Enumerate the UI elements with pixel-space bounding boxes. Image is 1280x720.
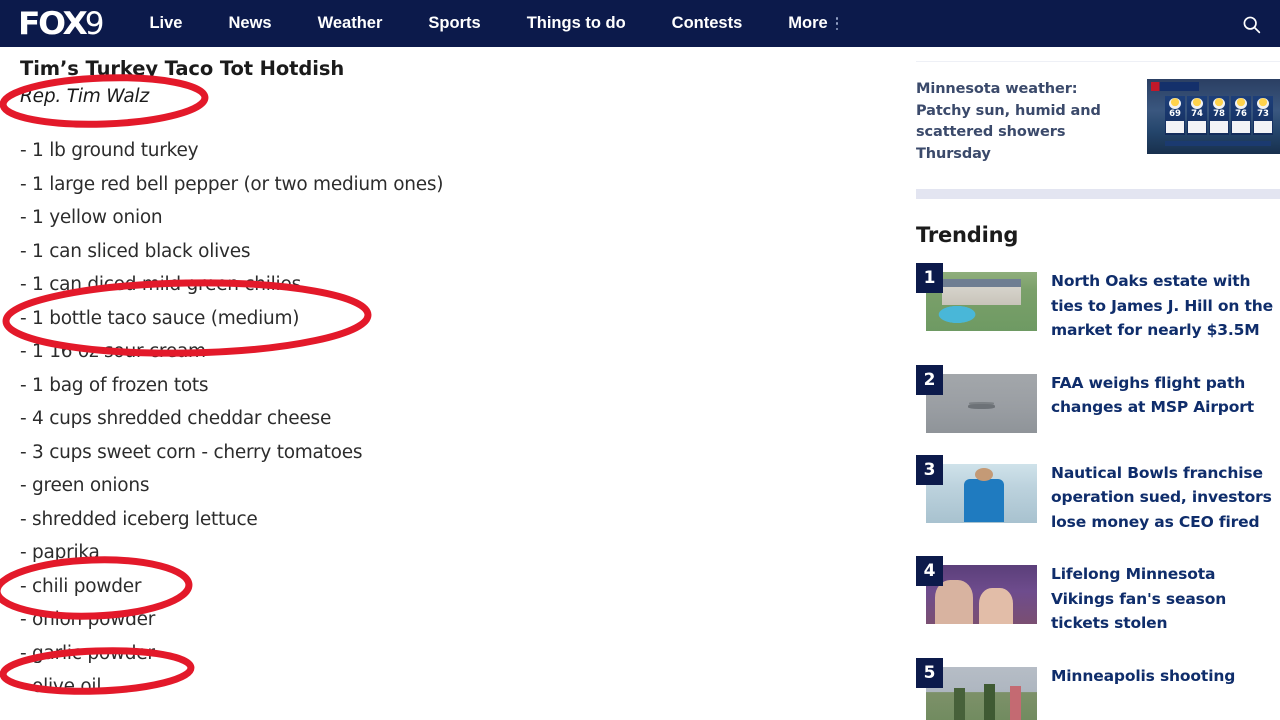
kebab-menu-icon — [835, 17, 839, 30]
sidebar-section-divider — [916, 189, 1280, 199]
forecast-temp: 69 — [1169, 109, 1181, 119]
nav-links: Live News Weather Sports Things to do Co… — [126, 0, 861, 47]
forecast-card: 73 — [1253, 96, 1273, 135]
forecast-temp: 73 — [1257, 109, 1269, 119]
ingredient-item: - 1 bottle taco sauce (medium) — [20, 307, 300, 329]
trending-headline: Nautical Bowls franchise operation sued,… — [1051, 463, 1272, 531]
forecast-footer-strip — [1165, 141, 1271, 146]
ingredient-item: - 1 lb ground turkey — [20, 140, 199, 161]
forecast-cards: 69 74 78 76 73 — [1165, 96, 1273, 135]
forecast-day-label — [1232, 121, 1250, 133]
trending-rank-badge: 5 — [916, 657, 943, 688]
trending-list: 1 North Oaks estate with ties to James J… — [916, 263, 1280, 720]
forecast-card: 76 — [1231, 96, 1251, 135]
nav-item-more[interactable]: More — [765, 0, 861, 47]
nav-item-live[interactable]: Live — [126, 0, 205, 47]
right-sidebar: Minnesota weather: Patchy sun, humid and… — [900, 47, 1280, 720]
nav-item-things-to-do[interactable]: Things to do — [504, 0, 649, 47]
article-byline: Rep. Tim Walz — [20, 86, 149, 107]
fox9-weather-bug-icon — [1151, 82, 1199, 91]
search-button[interactable] — [1236, 9, 1266, 39]
trending-item-5[interactable]: 5 Minneapolis shooting — [916, 657, 1280, 720]
trending-item-1[interactable]: 1 North Oaks estate with ties to James J… — [916, 263, 1280, 343]
trending-thumb-wrap: 4 — [916, 556, 1037, 624]
ingredient-item: - garlic powder — [20, 642, 155, 664]
weather-forecast-thumbnail: 69 74 78 76 73 — [1147, 79, 1280, 154]
trending-headline: North Oaks estate with ties to James J. … — [1051, 272, 1274, 339]
forecast-day-label — [1188, 121, 1206, 133]
ingredient-item: - olive oil — [20, 676, 102, 697]
trending-thumb-wrap: 5 — [916, 657, 1037, 720]
ingredient-item: - 1 can diced mild green chilies — [20, 274, 301, 295]
trending-rank-badge: 2 — [916, 364, 943, 395]
trending-rank-badge: 4 — [916, 556, 943, 586]
forecast-temp: 74 — [1191, 109, 1203, 119]
forecast-temp: 76 — [1235, 109, 1247, 119]
trending-rank-badge: 1 — [916, 263, 943, 293]
article-title: Tim’s Turkey Taco Tot Hotdish — [20, 57, 345, 80]
ingredient-item: - onion powder — [20, 609, 156, 630]
trending-headline: Minneapolis shooting — [1051, 666, 1236, 685]
ingredient-item: - 1 can sliced black olives — [20, 240, 251, 262]
article-content: Tim’s Turkey Taco Tot Hotdish Rep. Tim W… — [0, 47, 900, 720]
sun-cloud-icon — [1169, 98, 1181, 109]
forecast-card: 74 — [1187, 96, 1207, 135]
sun-cloud-icon — [1235, 98, 1247, 109]
ingredient-item: - chili powder — [20, 575, 142, 597]
ingredient-item: - 3 cups sweet corn - cherry tomatoes — [20, 441, 363, 463]
weather-promo-card[interactable]: Minnesota weather: Patchy sun, humid and… — [916, 79, 1280, 165]
nav-item-sports[interactable]: Sports — [405, 0, 503, 47]
forecast-temp: 78 — [1213, 109, 1225, 119]
trending-item-3[interactable]: 3 Nautical Bowls franchise operation sue… — [916, 454, 1280, 535]
ingredients-list: - 1 lb ground turkey - 1 large red bell … — [20, 134, 900, 704]
sidebar-top-divider — [916, 61, 1280, 62]
nav-item-contests[interactable]: Contests — [649, 0, 766, 47]
forecast-card: 78 — [1209, 96, 1229, 135]
forecast-day-label — [1254, 121, 1272, 133]
ingredient-item: - 4 cups shredded cheddar cheese — [20, 408, 332, 429]
trending-headline: FAA weighs flight path changes at MSP Ai… — [1051, 373, 1255, 417]
ingredient-item: - shredded iceberg lettuce — [20, 508, 258, 530]
ingredient-item: - 1 large red bell pepper (or two medium… — [20, 173, 444, 195]
ingredient-item: - paprika — [20, 542, 100, 563]
logo-nine-text: 9 — [84, 5, 105, 42]
fox9-logo[interactable]: FOX 9 — [18, 6, 104, 42]
trending-heading: Trending — [916, 223, 1019, 247]
top-navigation-bar: FOX 9 Live News Weather Sports Things to … — [0, 0, 1280, 47]
nav-item-news[interactable]: News — [206, 0, 295, 47]
nav-item-weather[interactable]: Weather — [295, 0, 406, 47]
forecast-day-label — [1166, 121, 1184, 133]
ingredient-item: - 1 bag of frozen tots — [20, 374, 209, 396]
weather-promo-headline: Minnesota weather: Patchy sun, humid and… — [916, 81, 1101, 162]
nav-item-more-label: More — [788, 14, 828, 32]
trending-thumb-wrap: 3 — [916, 454, 1037, 523]
forecast-card: 69 — [1165, 96, 1185, 135]
ingredient-item: - 1 yellow onion — [20, 207, 163, 228]
forecast-day-label — [1210, 121, 1228, 133]
sun-cloud-icon — [1213, 98, 1225, 109]
ingredient-item: - green onions — [20, 475, 150, 496]
sun-cloud-icon — [1257, 98, 1269, 109]
trending-rank-badge: 3 — [916, 454, 943, 485]
trending-item-2[interactable]: 2 FAA weighs flight path changes at MSP … — [916, 364, 1280, 433]
search-icon — [1243, 16, 1260, 33]
logo-fox-text: FOX — [18, 5, 88, 42]
trending-thumb-wrap: 1 — [916, 263, 1037, 331]
sun-cloud-icon — [1191, 98, 1203, 109]
ingredient-item: - 1 16 oz sour cream — [20, 341, 206, 362]
trending-item-4[interactable]: 4 Lifelong Minnesota Vikings fan's seaso… — [916, 556, 1280, 636]
trending-thumb-wrap: 2 — [916, 364, 1037, 433]
trending-headline: Lifelong Minnesota Vikings fan's season … — [1051, 565, 1227, 632]
